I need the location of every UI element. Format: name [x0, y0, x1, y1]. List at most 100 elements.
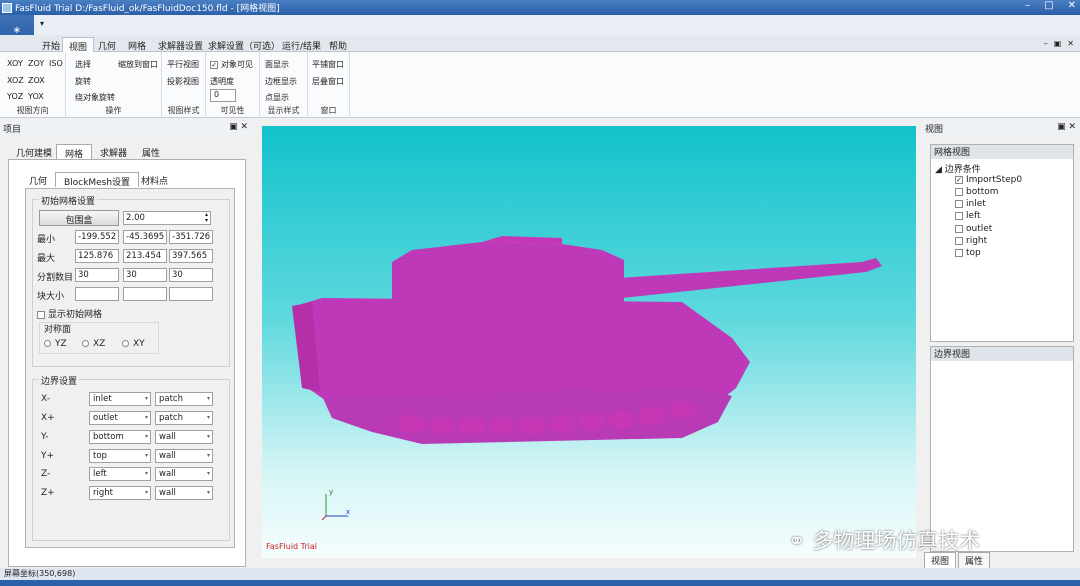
- panel-pin-close-icon[interactable]: ▣ ✕: [1057, 122, 1076, 132]
- view-yoz-button[interactable]: YOZ: [7, 92, 23, 101]
- panel-pin-close-icon[interactable]: ▣ ✕: [229, 122, 248, 132]
- tile-windows-button[interactable]: 平铺窗口: [312, 59, 344, 70]
- tab-solver-panel[interactable]: 求解器: [92, 144, 135, 159]
- transparency-stepper[interactable]: 0: [210, 89, 236, 102]
- boundary-type-xplus-select[interactable]: patch ▾: [155, 411, 213, 425]
- boundary-type-yminus-select[interactable]: wall ▾: [155, 430, 213, 444]
- boundary-name-xplus-select[interactable]: outlet ▾: [89, 411, 151, 425]
- tree-item-inlet[interactable]: inlet: [955, 199, 986, 209]
- rotate-button[interactable]: 旋转: [75, 76, 91, 87]
- boundary-name-zplus-select[interactable]: right ▾: [89, 486, 151, 500]
- tab-help[interactable]: 帮助: [323, 37, 353, 52]
- tree-collapse-icon[interactable]: ◢: [935, 165, 942, 175]
- boundary-type-zplus-select[interactable]: wall ▾: [155, 486, 213, 500]
- boundary-name-yminus-select[interactable]: bottom ▾: [89, 430, 151, 444]
- tab-mesh-panel[interactable]: 网格: [56, 144, 93, 160]
- tab-geometry[interactable]: 几何: [92, 37, 122, 52]
- point-display-button[interactable]: 点显示: [265, 92, 289, 103]
- view-iso-button[interactable]: ISO: [49, 59, 63, 68]
- view-yox-button[interactable]: YOX: [28, 92, 44, 101]
- block-size-label: 块大小: [37, 292, 65, 302]
- tree-item-top[interactable]: top: [955, 248, 981, 258]
- checkbox-icon[interactable]: [955, 199, 963, 208]
- bounding-box-button[interactable]: 包围盒: [39, 210, 119, 226]
- subtab-geometry[interactable]: 几何: [21, 172, 55, 187]
- checkbox-icon[interactable]: [955, 224, 963, 233]
- tree-node-boundary-conditions[interactable]: ◢ 边界条件: [935, 162, 981, 175]
- mesh-view-tree: 网格视图 ◢ 边界条件 ✓ ImportStep0 bottom inlet le…: [930, 144, 1074, 342]
- divisions-z-field[interactable]: 30: [169, 268, 213, 282]
- show-initial-mesh-checkbox[interactable]: 显示初始网格: [37, 307, 102, 320]
- checkbox-icon[interactable]: [955, 248, 963, 257]
- view-zoy-button[interactable]: ZOY: [28, 59, 44, 68]
- transparency-label: 透明度: [210, 77, 234, 86]
- scale-stepper[interactable]: 2.00 ▴ ▾: [123, 211, 211, 225]
- tab-mesh[interactable]: 网格: [122, 37, 152, 52]
- symmetry-xy-radio[interactable]: XY: [122, 339, 145, 349]
- tab-solve-settings-optional[interactable]: 求解设置（可选）: [202, 37, 286, 52]
- min-z-field[interactable]: -351.726: [169, 230, 213, 244]
- select-button[interactable]: 选择: [75, 59, 91, 70]
- symmetry-yz-radio[interactable]: YZ: [44, 339, 67, 349]
- min-y-field[interactable]: -45.3695: [123, 230, 167, 244]
- project-panel-header: 项目 ▣ ✕: [0, 122, 254, 135]
- mesh-viewport[interactable]: y x FasFluid Trial: [262, 126, 916, 558]
- minimize-icon[interactable]: –: [1025, 0, 1030, 11]
- axis-y-label: y: [329, 488, 334, 496]
- tab-view[interactable]: 视图: [62, 37, 95, 53]
- close-icon[interactable]: ✕: [1068, 0, 1076, 11]
- block-size-z-field[interactable]: [169, 287, 213, 301]
- max-z-field[interactable]: 397.565: [169, 249, 213, 263]
- min-x-field[interactable]: -199.552: [75, 230, 119, 244]
- tree-item-bottom[interactable]: bottom: [955, 187, 999, 197]
- stepper-arrows-icon[interactable]: ▴ ▾: [205, 212, 208, 224]
- divisions-y-field[interactable]: 30: [123, 268, 167, 282]
- checkbox-checked-icon[interactable]: ✓: [955, 175, 963, 184]
- zoom-to-window-button[interactable]: 缩放到窗口: [118, 59, 158, 70]
- view-xoy-button[interactable]: XOY: [7, 59, 23, 68]
- wechat-watermark-text: 多物理场仿真技术: [812, 529, 981, 553]
- tab-solver-settings[interactable]: 求解器设置: [152, 37, 209, 52]
- quick-access-dropdown-icon[interactable]: ▾: [40, 19, 44, 28]
- boundary-name-xminus-select[interactable]: inlet ▾: [89, 392, 151, 406]
- ribbon-minimize-icon[interactable]: –: [1044, 39, 1048, 48]
- projection-view-button[interactable]: 投影视图: [167, 76, 199, 87]
- boundary-type-yplus-select[interactable]: wall ▾: [155, 449, 213, 463]
- ribbon-close-icon[interactable]: ✕: [1067, 39, 1074, 48]
- tab-run-results[interactable]: 运行/结果: [276, 37, 327, 52]
- ribbon-restore-icon[interactable]: ▣: [1054, 39, 1062, 48]
- tab-properties-panel[interactable]: 属性: [134, 144, 168, 159]
- view-xoz-button[interactable]: XOZ: [7, 76, 24, 85]
- tab-geometry-modeling[interactable]: 几何建模: [8, 144, 60, 159]
- block-size-y-field[interactable]: [123, 287, 167, 301]
- view-zox-button[interactable]: ZOX: [28, 76, 45, 85]
- cascade-windows-button[interactable]: 层叠窗口: [312, 76, 344, 87]
- symmetry-xz-radio[interactable]: XZ: [82, 339, 105, 349]
- checkbox-icon[interactable]: [955, 236, 963, 245]
- tree-item-left[interactable]: left: [955, 211, 981, 221]
- checkbox-icon[interactable]: [955, 187, 963, 196]
- maximize-icon[interactable]: □: [1044, 0, 1053, 11]
- boundary-name-zminus-select[interactable]: left ▾: [89, 467, 151, 481]
- block-size-x-field[interactable]: [75, 287, 119, 301]
- boundary-type-xminus-value: patch: [159, 394, 183, 404]
- edge-display-button[interactable]: 边框显示: [265, 76, 297, 87]
- checkbox-icon[interactable]: [955, 211, 963, 220]
- tree-item-outlet[interactable]: outlet: [955, 224, 992, 234]
- max-y-field[interactable]: 213.454: [123, 249, 167, 263]
- object-visible-checkbox[interactable]: ✓ 对象可见: [210, 59, 253, 70]
- boundary-name-yplus-select[interactable]: top ▾: [89, 449, 151, 463]
- rotate-around-object-button[interactable]: 绕对象旋转: [75, 92, 115, 103]
- subtab-material-point[interactable]: 材料点: [133, 172, 176, 187]
- tree-item-importstep0[interactable]: ✓ ImportStep0: [955, 175, 1022, 185]
- max-x-field[interactable]: 125.876: [75, 249, 119, 263]
- face-display-button[interactable]: 面显示: [265, 59, 289, 70]
- parallel-view-button[interactable]: 平行视图: [167, 59, 199, 70]
- subtab-blockmesh[interactable]: BlockMesh设置: [55, 172, 140, 188]
- tree-item-right[interactable]: right: [955, 236, 987, 246]
- dropdown-arrow-icon: ▾: [206, 414, 210, 421]
- boundary-type-zminus-select[interactable]: wall ▾: [155, 467, 213, 481]
- tree-item-label: top: [966, 248, 981, 258]
- boundary-type-xminus-select[interactable]: patch ▾: [155, 392, 213, 406]
- divisions-x-field[interactable]: 30: [75, 268, 119, 282]
